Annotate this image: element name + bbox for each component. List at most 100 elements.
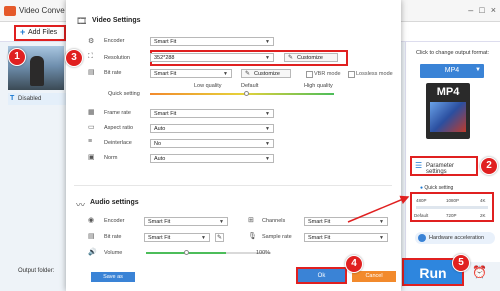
encoder-select[interactable]: Smart Fit ▼ xyxy=(150,37,274,46)
ok-button[interactable]: Ok xyxy=(296,267,347,284)
sample-rate-label: Sample rate xyxy=(262,234,292,240)
chevron-down-icon: ▼ xyxy=(265,141,270,147)
volume-slider-knob[interactable] xyxy=(184,250,189,255)
norm-label: Norm xyxy=(104,155,118,161)
film-icon: 🎞 xyxy=(76,16,88,26)
quick-setting-slider[interactable]: 480P 1080P 4K Default 720P 2K xyxy=(410,192,494,222)
pencil-icon: ✎ xyxy=(288,55,294,61)
chevron-down-icon: ▼ xyxy=(219,219,224,225)
thumbnail-figure xyxy=(30,56,44,86)
quality-slider-track[interactable] xyxy=(150,93,334,95)
quick-top-label: 4K xyxy=(480,198,486,203)
quick-setting-track[interactable] xyxy=(416,206,488,209)
volume-value: 100% xyxy=(256,250,271,256)
quick-bottom-label: 2K xyxy=(480,213,486,218)
maximize-icon[interactable]: □ xyxy=(479,5,484,15)
encoder-label: Encoder xyxy=(104,38,125,44)
chevron-down-icon: ▼ xyxy=(265,39,270,45)
toggle-dot-icon xyxy=(418,234,426,242)
aspect-ratio-label: Aspect ratio xyxy=(104,125,134,131)
output-folder-label: Output folder: xyxy=(18,268,55,274)
save-as-button[interactable]: Save as xyxy=(91,272,135,282)
channels-label: Channels xyxy=(262,218,286,224)
parameter-settings-label: Parameter settings xyxy=(426,163,455,175)
encoder-icon: ⚙ xyxy=(88,38,95,45)
deinterlace-select[interactable]: No ▼ xyxy=(150,139,274,148)
step-marker-5: 5 xyxy=(452,254,470,272)
audio-encoder-icon: ◉ xyxy=(88,217,95,224)
pencil-icon: ✎ xyxy=(245,71,251,77)
deinterlace-icon: ≡ xyxy=(88,138,93,145)
mp4-icon-label: MP4 xyxy=(436,86,460,98)
add-files-label: Add Files xyxy=(28,29,58,36)
mp4-format-icon[interactable]: MP4 xyxy=(426,83,470,139)
chevron-down-icon: ▼ xyxy=(379,219,384,225)
aspect-ratio-select[interactable]: Auto ▼ xyxy=(150,124,274,133)
chevron-down-icon: ▼ xyxy=(379,235,384,241)
chevron-down-icon: ▼ xyxy=(201,235,206,241)
quick-setting-label: ● Quick setting xyxy=(420,185,454,191)
resolution-icon: ⛶ xyxy=(88,53,93,60)
cancel-button[interactable]: Cancel xyxy=(352,271,396,282)
quick-top-label: 480P xyxy=(416,198,427,203)
chevron-down-icon: ▼ xyxy=(475,67,481,73)
audio-bitrate-label: Bit rate xyxy=(104,234,122,240)
chevron-down-icon: ▼ xyxy=(265,55,270,61)
video-settings-title: Video Settings xyxy=(92,17,141,24)
chevron-down-icon: ▼ xyxy=(265,126,270,132)
quick-setting-label: Quick setting xyxy=(108,91,140,97)
default-quality-label: Default xyxy=(241,83,259,89)
audio-bitrate-icon: ▤ xyxy=(88,233,95,240)
audio-bitrate-select[interactable]: Smart Fit ▼ xyxy=(144,233,210,242)
low-quality-label: Low quality xyxy=(194,83,222,89)
frame-rate-select[interactable]: Smart Fit ▼ xyxy=(150,109,274,118)
channels-icon: ⊞ xyxy=(248,217,254,224)
parameter-settings-button[interactable]: ☰ Parameter settings xyxy=(410,156,478,176)
volume-icon: 🔊 xyxy=(88,249,97,256)
audio-encoder-select[interactable]: Smart Fit ▼ xyxy=(144,217,228,226)
norm-select[interactable]: Auto ▼ xyxy=(150,154,274,163)
audio-settings-title: Audio settings xyxy=(90,199,139,206)
alarm-clock-icon[interactable]: ⏰ xyxy=(472,265,487,279)
plus-icon: + xyxy=(20,27,26,37)
resolution-customize-button[interactable]: ✎ Customize xyxy=(284,53,338,62)
mp4-icon-picture xyxy=(430,102,466,132)
subtitle-selector[interactable]: T Disabled xyxy=(8,93,70,105)
quality-slider-knob[interactable] xyxy=(244,91,249,96)
vbr-mode-checkbox[interactable]: VBR mode xyxy=(306,71,341,78)
add-files-button[interactable]: + Add Files xyxy=(14,25,66,41)
minimize-icon[interactable]: – xyxy=(468,5,473,15)
step-marker-1: 1 xyxy=(8,48,26,66)
chevron-down-icon: ▼ xyxy=(265,156,270,162)
frame-rate-label: Frame rate xyxy=(104,110,131,116)
sample-rate-select[interactable]: Smart Fit ▼ xyxy=(304,233,388,242)
close-icon[interactable]: × xyxy=(491,5,496,15)
disabled-label: Disabled xyxy=(18,96,42,102)
chevron-down-icon: ▼ xyxy=(265,111,270,117)
app-logo-icon xyxy=(4,6,16,16)
format-label: MP4 xyxy=(444,67,460,74)
quick-bottom-label: 720P xyxy=(446,213,457,218)
text-icon: T xyxy=(10,95,15,102)
resolution-select[interactable]: 352*288 ▼ xyxy=(150,53,274,62)
step-marker-4: 4 xyxy=(345,255,363,273)
section-divider xyxy=(74,185,392,186)
sliders-icon: ☰ xyxy=(415,161,423,170)
microphone-icon: 🎙 xyxy=(248,233,257,240)
bitrate-select[interactable]: Smart Fit ▼ xyxy=(150,69,232,78)
deinterlace-label: Deinterlace xyxy=(104,140,132,146)
quick-top-label: 1080P xyxy=(446,198,460,203)
norm-icon: ▣ xyxy=(88,154,95,161)
resolution-label: Resolution xyxy=(104,55,130,61)
window-controls: – □ × xyxy=(468,5,496,15)
lossless-mode-checkbox[interactable]: Lossless mode xyxy=(348,71,393,78)
audio-wave-icon: 〰 xyxy=(76,200,86,210)
step-marker-3: 3 xyxy=(65,49,83,67)
channels-select[interactable]: Smart Fit ▼ xyxy=(304,217,388,226)
output-format-dropdown[interactable]: MP4 ▼ xyxy=(420,64,484,78)
bitrate-customize-button[interactable]: ✎ Customize xyxy=(241,69,291,78)
bitrate-icon: ▤ xyxy=(88,69,95,76)
audio-bitrate-pencil-icon[interactable]: ✎ xyxy=(215,233,224,242)
hardware-acceleration-toggle[interactable]: Hardware acceleration xyxy=(415,232,495,244)
step-marker-2: 2 xyxy=(480,157,498,175)
